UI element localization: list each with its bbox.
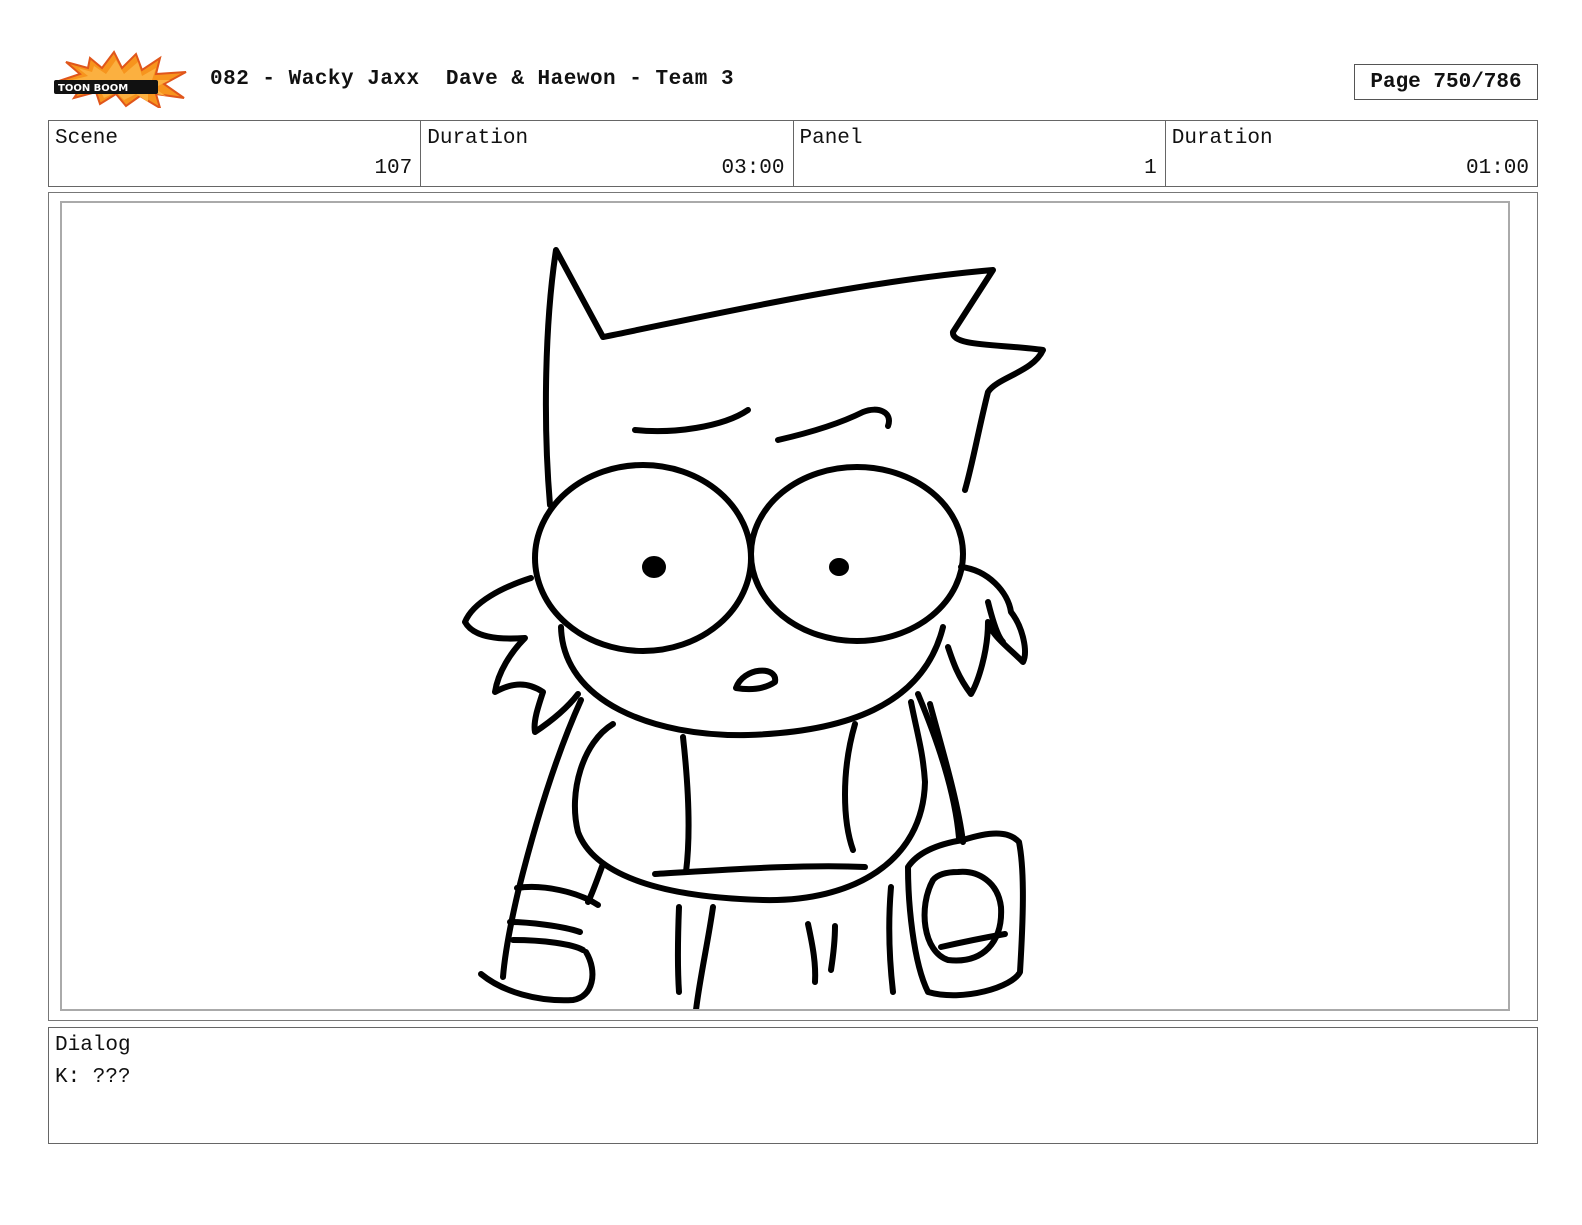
toon-boom-logo: TOON BOOM	[52, 50, 188, 111]
dialog-box: Dialog K: ???	[48, 1027, 1538, 1144]
scene-info-row: Scene 107 Duration 03:00 Panel 1 Duratio…	[48, 120, 1538, 187]
logo-wordmark: TOON BOOM	[58, 83, 128, 94]
storyboard-panel-frame	[48, 192, 1538, 1021]
scene-label: Scene	[55, 127, 119, 150]
page-indicator: Page 750/786	[1354, 64, 1538, 100]
scene-duration-label: Duration	[427, 127, 529, 150]
scene-duration-cell: Duration 03:00	[420, 121, 792, 186]
scene-value: 107	[374, 157, 413, 180]
character-sketch	[462, 247, 1046, 1009]
storyboard-panel	[60, 201, 1510, 1011]
panel-duration-cell: Duration 01:00	[1164, 121, 1537, 186]
panel-value: 1	[1144, 157, 1157, 180]
dialog-label: Dialog	[55, 1034, 131, 1057]
panel-cell: Panel 1	[792, 121, 1165, 186]
panel-duration-label: Duration	[1171, 127, 1273, 150]
panel-label: Panel	[799, 127, 863, 150]
scene-cell: Scene 107	[49, 121, 420, 186]
storyboard-title: 082 - Wacky Jaxx Dave & Haewon - Team 3	[210, 68, 735, 91]
scene-duration-value: 03:00	[721, 157, 785, 180]
dialog-text: K: ???	[55, 1066, 131, 1089]
panel-duration-value: 01:00	[1465, 157, 1529, 180]
